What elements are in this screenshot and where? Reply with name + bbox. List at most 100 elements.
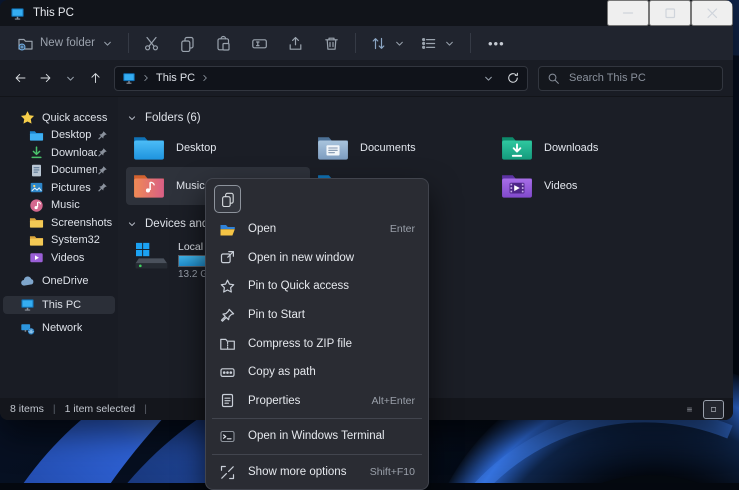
sort-button[interactable] (363, 31, 413, 56)
context-menu: OpenEnter Open in new window Pin to Quick … (205, 178, 429, 490)
cut-button[interactable] (136, 30, 168, 56)
sidebar-item-quick-access[interactable]: Quick access (3, 109, 115, 127)
music-circle-icon (29, 198, 44, 213)
sidebar-item-documents[interactable]: Documents (3, 162, 115, 180)
show-more-icon (219, 464, 236, 481)
sidebar-item-network[interactable]: Network (3, 320, 115, 338)
address-dropdown-icon[interactable] (482, 72, 495, 85)
view-icon (420, 35, 437, 52)
location-icon (122, 71, 136, 85)
menu-item-label: Pin to Start (248, 309, 305, 321)
menu-separator (212, 454, 422, 455)
up-button[interactable] (83, 65, 108, 91)
document-icon (29, 163, 44, 178)
folder-icon (29, 215, 44, 230)
chevron-down-icon (443, 37, 456, 50)
status-divider: | (144, 403, 147, 415)
menu-item-shortcut: Enter (390, 223, 415, 235)
this-pc-icon (10, 6, 25, 21)
details-view-button[interactable] (680, 401, 699, 418)
search-box[interactable] (538, 66, 723, 91)
folder-tile-label: Videos (544, 180, 577, 192)
sidebar-item-desktop[interactable]: Desktop (3, 127, 115, 145)
sidebar-item-videos[interactable]: Videos (3, 249, 115, 267)
sidebar-item-label: This PC (42, 299, 81, 311)
sidebar-item-label: Music (51, 199, 80, 211)
share-button[interactable] (280, 30, 312, 56)
folder-videos-icon (500, 172, 534, 200)
menu-item-pin-to-start[interactable]: Pin to Start (210, 301, 424, 330)
maximize-button[interactable] (649, 0, 691, 26)
sidebar-item-label: Quick access (42, 112, 107, 124)
pushpin-icon (219, 307, 236, 324)
back-button[interactable] (8, 65, 33, 91)
folder-tile-videos[interactable]: Videos (494, 167, 678, 205)
menu-item-open-in-new-window[interactable]: Open in new window (210, 244, 424, 273)
menu-item-label: Pin to Quick access (248, 280, 349, 292)
window-title: This PC (33, 7, 74, 19)
quick-action-copy-button[interactable] (214, 185, 241, 213)
menu-item-label: Open in new window (248, 252, 354, 264)
folder-tile-documents[interactable]: Documents (310, 129, 494, 167)
menu-item-properties[interactable]: PropertiesAlt+Enter (210, 387, 424, 416)
selection-count: 1 item selected (65, 403, 136, 415)
sidebar-item-pictures[interactable]: Pictures (3, 179, 115, 197)
sidebar-item-screenshots[interactable]: Screenshots (3, 214, 115, 232)
copy-icon (179, 35, 196, 52)
folder-downloads-icon (500, 134, 534, 162)
paste-button[interactable] (208, 30, 240, 56)
view-toggles (680, 401, 723, 418)
menu-item-shortcut: Shift+F10 (370, 466, 415, 478)
search-input[interactable] (567, 71, 714, 85)
sidebar-item-label: Screenshots (51, 217, 112, 229)
menu-item-copy-as-path[interactable]: Copy as path (210, 358, 424, 387)
address-bar[interactable]: This PC (114, 66, 528, 91)
rename-button[interactable] (244, 30, 276, 56)
sidebar-item-system32[interactable]: System32 (3, 232, 115, 250)
crumb-chevron-icon (200, 73, 210, 83)
pin-icon (97, 165, 108, 176)
sidebar-item-downloads[interactable]: Downloads (3, 144, 115, 162)
search-icon (547, 72, 560, 85)
sidebar-item-label: OneDrive (42, 275, 88, 287)
copy-button[interactable] (172, 30, 204, 56)
minimize-button[interactable] (607, 0, 649, 26)
properties-icon (219, 392, 236, 409)
sidebar-item-this-pc[interactable]: This PC (3, 296, 115, 314)
pin-icon (97, 182, 108, 193)
delete-button[interactable] (316, 30, 348, 56)
breadcrumb[interactable]: This PC (156, 72, 195, 84)
sidebar-item-label: Pictures (51, 182, 91, 194)
star-icon (20, 110, 35, 125)
toolbar-divider (355, 33, 356, 53)
large-icons-view-button[interactable] (704, 401, 723, 418)
cloud-icon (20, 274, 35, 289)
toolbar-divider (470, 33, 471, 53)
recent-locations-button[interactable] (58, 65, 83, 91)
folder-tile-label: Downloads (544, 142, 598, 154)
toolbar-actions (136, 30, 348, 56)
crumb-chevron-icon (141, 73, 151, 83)
address-bar-row: This PC (0, 60, 733, 97)
see-more-button[interactable]: ••• (478, 36, 515, 51)
folder-desktop-icon (132, 134, 166, 162)
folder-tile-desktop[interactable]: Desktop (126, 129, 310, 167)
desktop: { "app": { "title": "This PC" }, "colors… (0, 0, 739, 483)
new-folder-button[interactable]: New folder (10, 31, 121, 56)
menu-item-open-in-windows-terminal[interactable]: Open in Windows Terminal (210, 422, 424, 451)
menu-item-pin-to-quick-access[interactable]: Pin to Quick access (210, 272, 424, 301)
sidebar-item-music[interactable]: Music (3, 197, 115, 215)
folder-tile-downloads[interactable]: Downloads (494, 129, 678, 167)
menu-item-compress-to-zip-file[interactable]: Compress to ZIP file (210, 329, 424, 358)
close-button[interactable] (691, 0, 733, 26)
forward-button[interactable] (33, 65, 58, 91)
sidebar-item-onedrive[interactable]: OneDrive (3, 273, 115, 291)
menu-item-open[interactable]: OpenEnter (210, 215, 424, 244)
refresh-icon[interactable] (506, 71, 520, 85)
menu-item-show-more-options[interactable]: Show more optionsShift+F10 (210, 458, 424, 487)
folders-section-header[interactable]: Folders (6) (126, 109, 733, 127)
pin-icon (97, 147, 108, 158)
cut-icon (143, 35, 160, 52)
desktop-folder-icon (29, 128, 44, 143)
view-button[interactable] (413, 31, 463, 56)
